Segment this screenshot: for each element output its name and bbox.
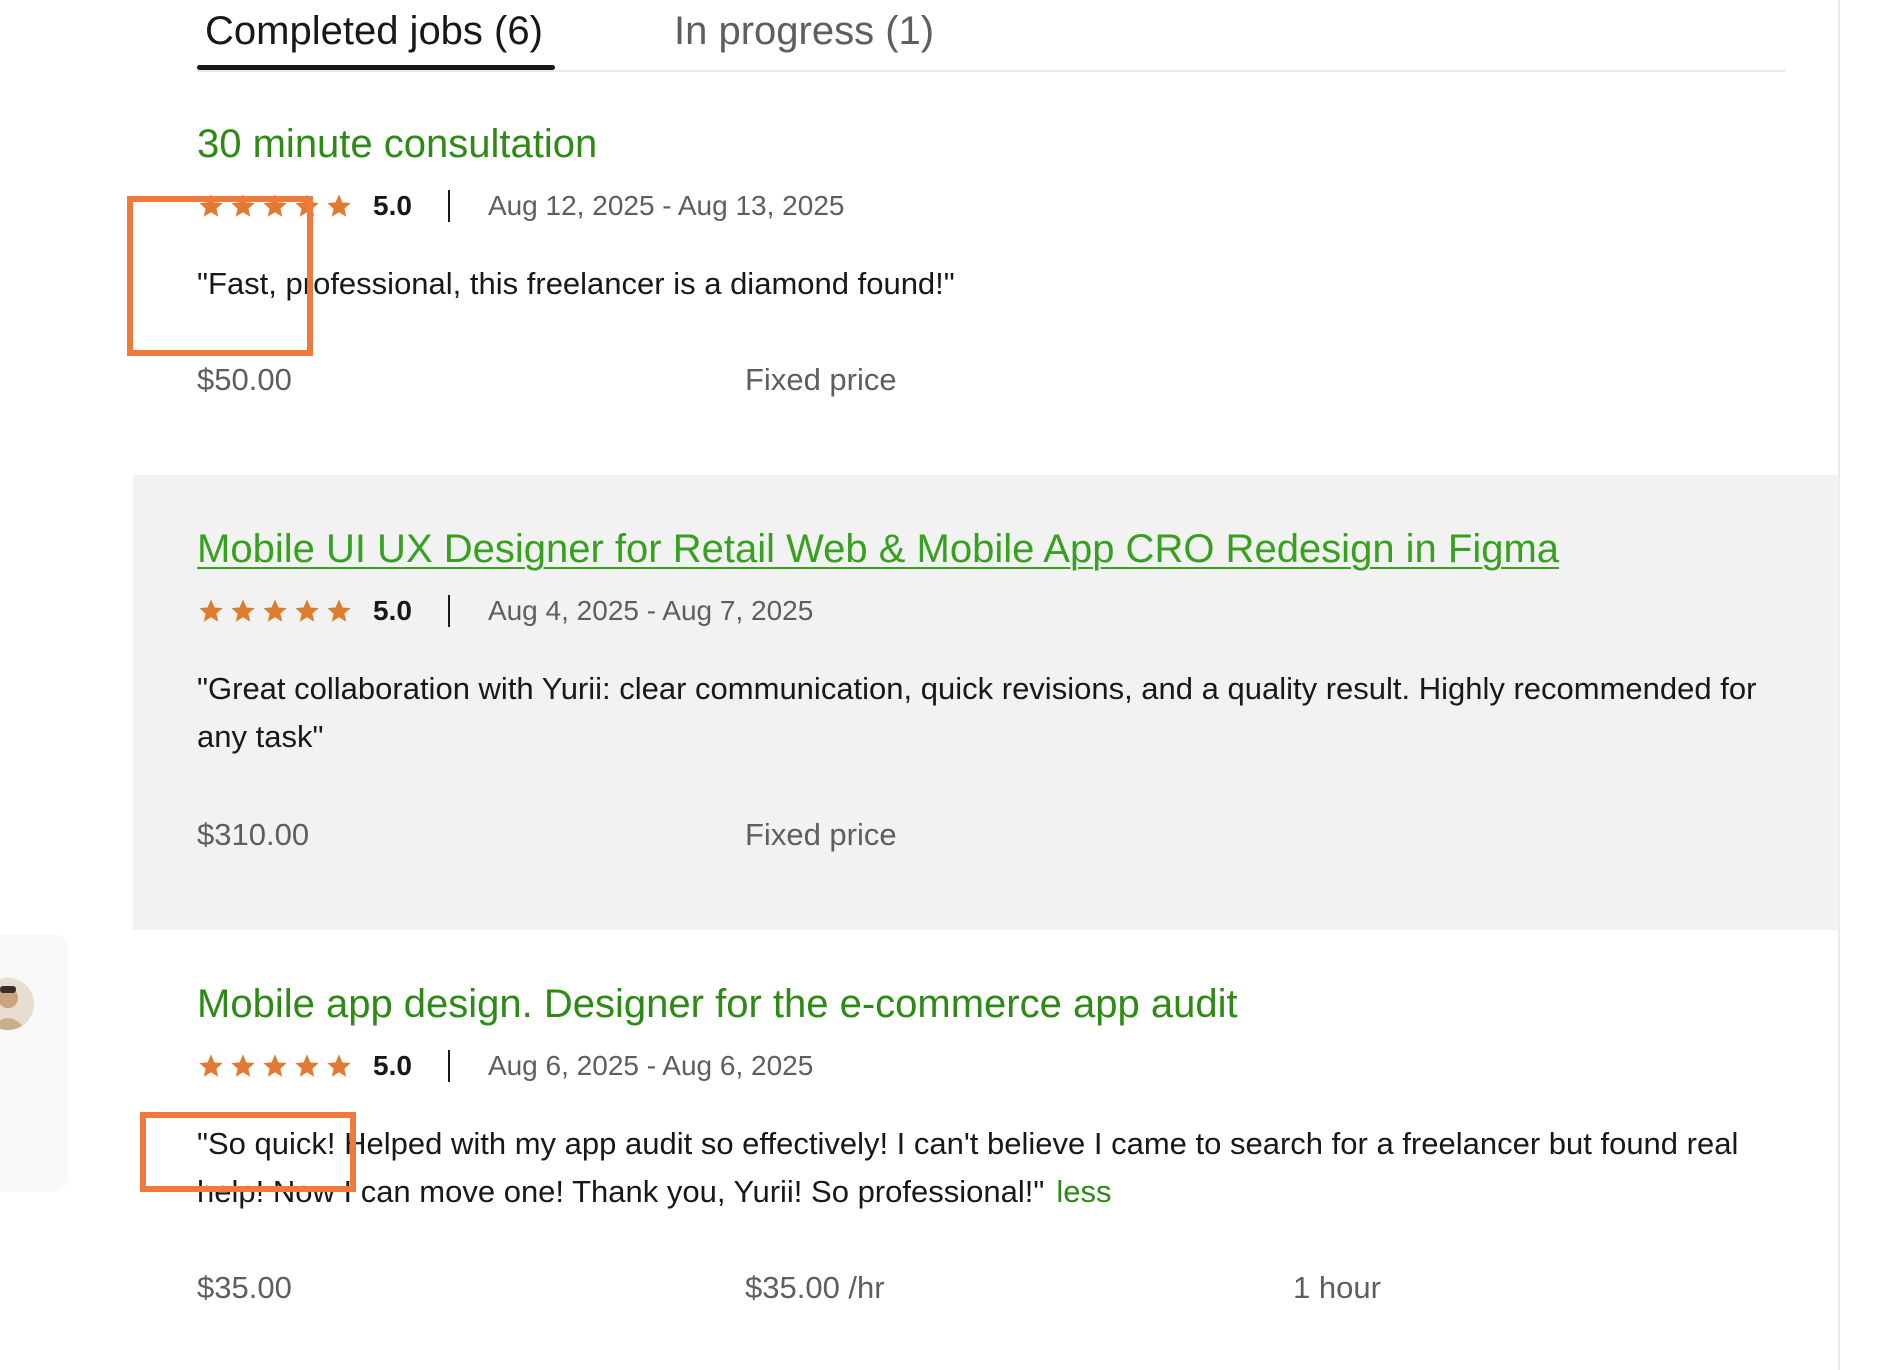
star-icon [231,1054,255,1077]
job-rating-row: 5.0 Aug 4, 2025 - Aug 7, 2025 [197,593,813,629]
star-icon [231,599,255,622]
star-rating [197,1052,353,1080]
job-item: Mobile app design. Designer for the e-co… [133,930,1838,1370]
rating-value: 5.0 [373,1050,412,1081]
star-icon [295,599,319,622]
less-link[interactable]: less [1056,1174,1111,1209]
star-icon [263,599,287,622]
client-feedback-text: "So quick! Helped with my app audit so e… [197,1126,1739,1209]
star-rating [197,597,353,625]
job-title[interactable]: Mobile UI UX Designer for Retail Web & M… [197,525,1559,573]
job-rate: $35.00 /hr [745,1270,885,1305]
rating-value: 5.0 [373,595,412,626]
star-icon [327,599,351,622]
star-icon [199,1054,223,1077]
divider [447,1050,450,1082]
star-icon [327,194,351,217]
job-title[interactable]: 30 minute consultation [197,120,597,168]
job-rating-row: 5.0 Aug 6, 2025 - Aug 6, 2025 [197,1048,813,1084]
job-dates: Aug 12, 2025 - Aug 13, 2025 [487,190,845,221]
job-dates: Aug 4, 2025 - Aug 7, 2025 [487,595,814,626]
job-rate: Fixed price [745,362,897,397]
job-item: 30 minute consultation 5.0 Aug 12, 2025 … [133,70,1838,475]
work-history-panel: Completed jobs (6) In progress (1) 30 mi… [133,0,1840,1370]
star-icon [327,1054,351,1077]
tab-in-progress[interactable]: In progress (1) [674,6,934,56]
annotation-box [127,196,313,356]
divider [447,190,450,222]
client-feedback: "Great collaboration with Yurii: clear c… [197,671,1757,754]
profile-side-card [0,934,68,1192]
job-tabs: Completed jobs (6) In progress (1) [197,0,1785,72]
rating-value: 5.0 [373,190,412,221]
client-feedback: "So quick! Helped with my app audit so e… [197,1120,1787,1216]
star-icon [295,1054,319,1077]
job-title[interactable]: Mobile app design. Designer for the e-co… [197,980,1238,1028]
tab-completed-jobs[interactable]: Completed jobs (6) [205,6,543,56]
job-amount: $35.00 [197,1270,292,1305]
job-amount: $310.00 [197,817,310,852]
client-feedback: "Fast, professional, this freelancer is … [197,266,955,301]
annotation-box [140,1112,356,1192]
job-item: Mobile UI UX Designer for Retail Web & M… [133,475,1838,930]
job-amount: $50.00 [197,362,292,397]
star-icon [199,599,223,622]
job-rate: Fixed price [745,817,897,852]
job-dates: Aug 6, 2025 - Aug 6, 2025 [487,1050,814,1081]
star-icon [263,1054,287,1077]
divider [447,595,450,627]
job-duration: 1 hour [1293,1270,1381,1305]
